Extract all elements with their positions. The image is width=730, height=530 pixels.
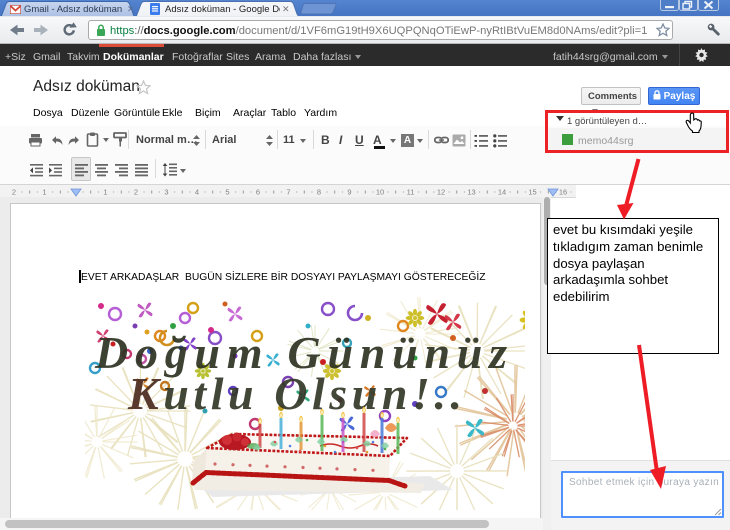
- svg-text:13: 13: [467, 188, 475, 197]
- svg-text:3: 3: [164, 188, 168, 197]
- svg-text:16: 16: [559, 188, 567, 197]
- svg-text:15: 15: [528, 188, 536, 197]
- svg-text:2: 2: [12, 188, 16, 197]
- svg-text:6: 6: [256, 188, 260, 197]
- svg-text:K: K: [127, 368, 162, 419]
- svg-text:8: 8: [317, 188, 321, 197]
- svg-text:Kutlu Olsun!..: Kutlu Olsun!..: [127, 368, 462, 419]
- svg-text:11: 11: [407, 188, 415, 197]
- svg-text:1: 1: [42, 188, 46, 197]
- svg-text:10: 10: [376, 188, 384, 197]
- svg-text:7: 7: [286, 188, 290, 197]
- svg-text:2: 2: [134, 188, 138, 197]
- svg-text:9: 9: [347, 188, 351, 197]
- svg-text:5: 5: [225, 188, 229, 197]
- svg-text:12: 12: [437, 188, 445, 197]
- svg-text:4: 4: [195, 188, 199, 197]
- svg-text:14: 14: [498, 188, 506, 197]
- svg-text:1: 1: [103, 188, 107, 197]
